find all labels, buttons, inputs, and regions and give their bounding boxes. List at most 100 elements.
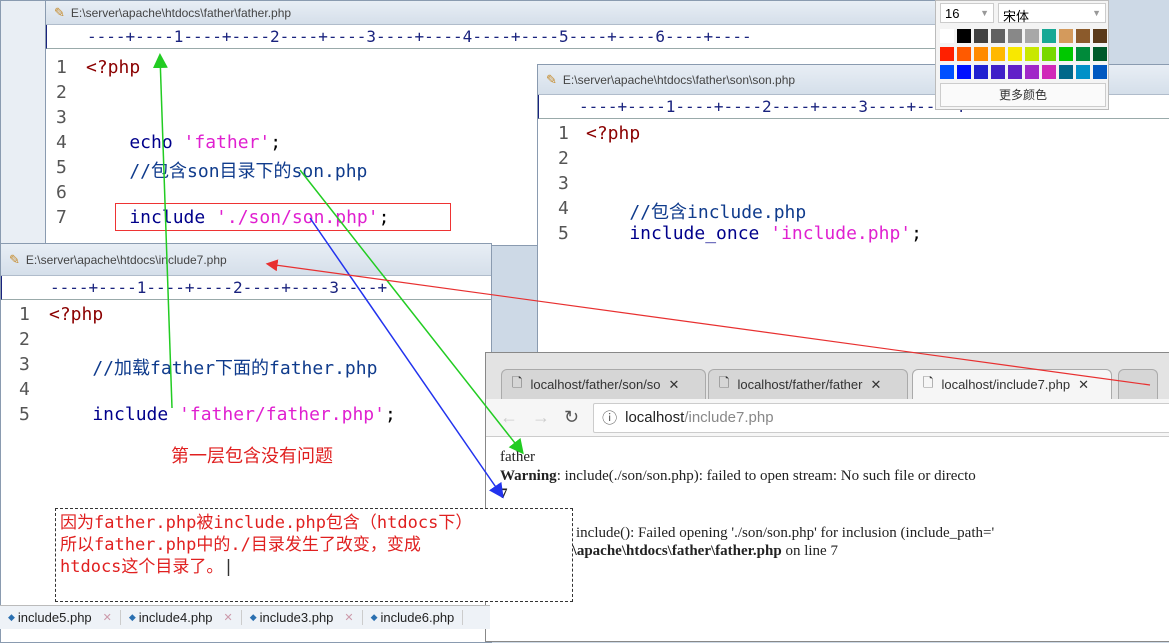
color-swatch[interactable] (974, 47, 988, 61)
line-number: 7 (56, 207, 67, 228)
color-swatch[interactable] (1025, 29, 1039, 43)
code-token: 'father/father.php' (179, 404, 385, 425)
file-tab[interactable]: ◆ include5.php ✕ (0, 610, 121, 625)
note-textbox[interactable]: 因为father.php被include.php包含（htdocs下） 所以fa… (55, 508, 573, 602)
color-swatch[interactable] (1025, 47, 1039, 61)
pencil-icon: ✎ (9, 251, 20, 267)
annotation-text: 第一层包含没有问题 (171, 446, 333, 466)
more-colors-button[interactable]: 更多颜色 (940, 83, 1106, 107)
file-tab[interactable]: ◆ include6.php (363, 610, 464, 625)
color-swatch[interactable] (974, 65, 988, 79)
file-tab-bar: ◆ include5.php ✕ ◆ include4.php ✕ ◆ include3.ph… (0, 605, 490, 629)
color-swatch[interactable] (1059, 29, 1073, 43)
line-number: 3 (19, 354, 30, 375)
title-bar[interactable]: ✎ E:\server\apache\htdocs\include7.php (1, 244, 491, 276)
code-token: ; (270, 132, 292, 153)
color-swatch[interactable] (1076, 65, 1090, 79)
close-tab-icon[interactable]: ✕ (103, 611, 112, 624)
color-swatch[interactable] (1042, 65, 1056, 79)
code-token: 'father' (183, 132, 271, 153)
chevron-down-icon: ▼ (1092, 8, 1101, 18)
code-token: ; (911, 223, 922, 244)
line-number: 6 (56, 182, 67, 203)
color-swatch[interactable] (957, 29, 971, 43)
highlight-box (115, 203, 451, 231)
reload-icon[interactable]: ↻ (564, 407, 579, 428)
code-line: <?php (49, 304, 103, 325)
color-picker[interactable]: 16 ▼ 宋体 ▼ 更多颜色 (935, 0, 1109, 110)
page-icon: 🗋 (512, 374, 523, 390)
line-number: 1 (19, 304, 30, 325)
color-swatch[interactable] (1042, 47, 1056, 61)
browser-window[interactable]: 🗋 localhost/father/son/so ✕ 🗋 localhost/fat… (485, 352, 1169, 642)
file-icon: ◆ (249, 612, 257, 622)
close-tab-icon[interactable]: ✕ (870, 377, 881, 393)
line-number: 3 (56, 107, 67, 128)
code-token: //包含include.php (586, 202, 807, 223)
close-tab-icon[interactable]: ✕ (344, 611, 353, 624)
code-line: echo 'father'; (86, 132, 292, 153)
color-swatch[interactable] (1093, 47, 1107, 61)
close-tab-icon[interactable]: ✕ (224, 611, 233, 624)
note-line: htdocs这个目录了。| (60, 557, 234, 577)
browser-tab[interactable]: 🗋 localhost/father/son/so ✕ (501, 369, 706, 399)
file-icon: ◆ (128, 612, 136, 622)
font-size-select[interactable]: 16 ▼ (940, 3, 994, 23)
color-swatch[interactable] (940, 47, 954, 61)
color-swatch[interactable] (1059, 47, 1073, 61)
code-line: include_once 'include.php'; (586, 223, 922, 244)
warning-line-2: include(): Failed opening './son/son.php… (576, 525, 995, 541)
background-window (0, 0, 50, 250)
color-swatch[interactable] (1093, 29, 1107, 43)
code-token: <?php (586, 123, 641, 144)
line-number: 4 (56, 132, 67, 153)
color-swatch[interactable] (1059, 65, 1073, 79)
color-swatch[interactable] (957, 65, 971, 79)
color-swatch[interactable] (991, 47, 1005, 61)
close-tab-icon[interactable]: ✕ (1078, 377, 1089, 393)
forward-icon[interactable]: → (532, 407, 550, 428)
code-token: ; (384, 404, 396, 425)
warning-line: Warning: include(./son/son.php): failed … (500, 468, 976, 484)
text-cursor: | (223, 557, 234, 577)
color-swatch[interactable] (940, 65, 954, 79)
color-swatch[interactable] (1008, 47, 1022, 61)
font-family-select[interactable]: 宋体 ▼ (998, 3, 1106, 24)
browser-tab[interactable]: 🗋 localhost/father/father ✕ (708, 369, 908, 399)
color-swatch[interactable] (1076, 47, 1090, 61)
back-icon[interactable]: ← (500, 407, 518, 428)
title-bar[interactable]: ✎ E:\server\apache\htdocs\father\father.p… (46, 1, 944, 25)
color-swatch[interactable] (1093, 65, 1107, 79)
close-tab-icon[interactable]: ✕ (669, 377, 680, 393)
color-swatch[interactable] (957, 47, 971, 61)
color-swatch[interactable] (1025, 65, 1039, 79)
color-swatch[interactable] (974, 29, 988, 43)
file-tab[interactable]: ◆ include3.php ✕ (242, 610, 363, 625)
browser-tab-strip: 🗋 localhost/father/son/so ✕ 🗋 localhost/fat… (486, 353, 1169, 399)
color-swatch[interactable] (991, 65, 1005, 79)
file-icon: ◆ (8, 612, 15, 622)
address-bar[interactable]: ⓘ localhost/include7.php (593, 402, 1169, 433)
note-line: 所以father.php中的./目录发生了改变，变成 (60, 535, 421, 555)
code-line: //包含son目录下的son.php (86, 157, 367, 183)
file-icon: ◆ (370, 612, 378, 622)
line-number: 4 (558, 198, 569, 219)
color-swatch[interactable] (1008, 29, 1022, 43)
code-token: include_once (586, 223, 771, 244)
color-swatch[interactable] (940, 29, 954, 43)
browser-tab-active[interactable]: 🗋 localhost/include7.php ✕ (912, 369, 1112, 399)
color-swatch[interactable] (1076, 29, 1090, 43)
pencil-icon: ✎ (546, 71, 557, 87)
window-title: E:\server\apache\htdocs\include7.php (25, 252, 227, 267)
code-token: <?php (86, 57, 141, 78)
code-token: //包含son目录下的son.php (86, 161, 368, 182)
window-title: E:\server\apache\htdocs\father\son\son.p… (562, 72, 796, 87)
color-swatch[interactable] (991, 29, 1005, 43)
file-tab[interactable]: ◆ include4.php ✕ (121, 610, 242, 625)
new-tab-button[interactable] (1118, 369, 1158, 399)
color-swatch[interactable] (1042, 29, 1056, 43)
code-line: <?php (86, 57, 140, 78)
code-token: include (49, 404, 180, 425)
line-number: 1 (56, 57, 67, 78)
color-swatch[interactable] (1008, 65, 1022, 79)
